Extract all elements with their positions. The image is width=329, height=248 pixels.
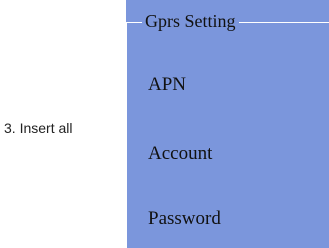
instruction-text: 3. Insert all [4,120,73,136]
account-label: Account [148,143,213,164]
password-label: Password [148,208,221,229]
gprs-setting-title: Gprs Setting [142,9,239,33]
apn-label: APN [148,74,187,95]
screenshot-page: 3. Insert all Gprs Setting APN Account P… [0,0,329,248]
groupbox-left-border [126,22,127,248]
gprs-setting-panel: Gprs Setting APN Account Password [126,0,329,248]
